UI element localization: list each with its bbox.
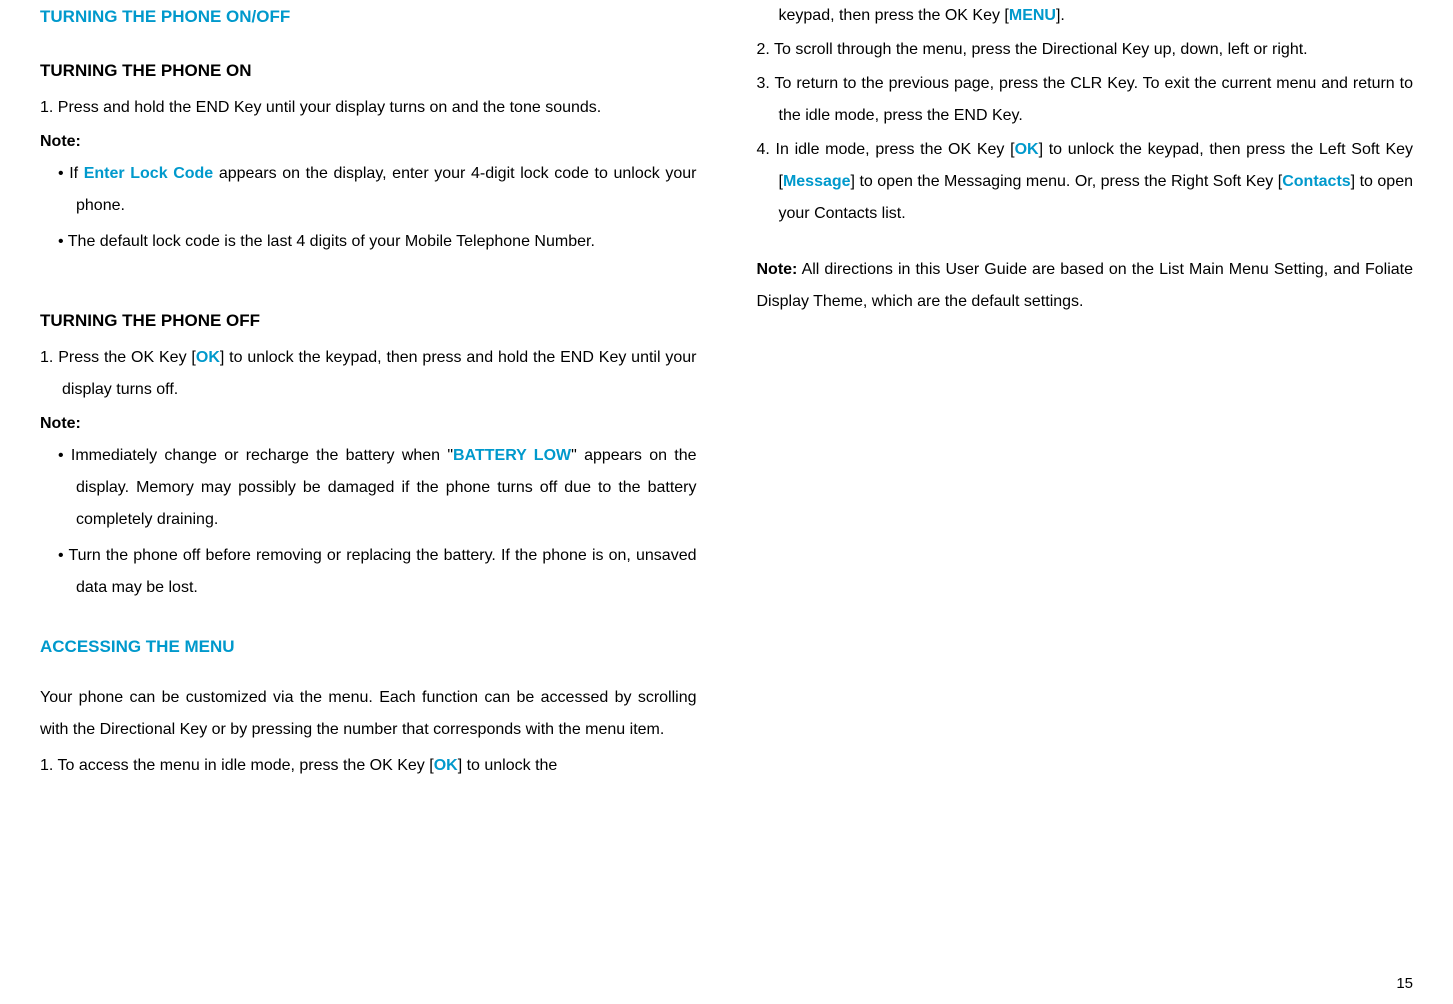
menu-step-1: 1. To access the menu in idle mode, pres… [40,750,697,782]
heading-accessing-menu: ACCESSING THE MENU [40,630,697,664]
note-label-on: Note: [40,126,697,158]
note-label-final: Note: [757,261,798,278]
on-note-1: If Enter Lock Code appears on the displa… [40,158,697,222]
turning-off-step-1: 1. Press the OK Key [OK] to unlock the k… [40,342,697,406]
turning-off-steps: 1. Press the OK Key [OK] to unlock the k… [40,342,697,406]
cont-a: keypad, then press the OK Key [ [779,7,1009,24]
turning-on-notes: If Enter Lock Code appears on the displa… [40,158,697,258]
page-columns: TURNING THE PHONE ON/OFF TURNING THE PHO… [40,0,1413,784]
heading-turning-on: TURNING THE PHONE ON [40,54,697,88]
ok-key-text-3: OK [1015,141,1039,158]
left-column: TURNING THE PHONE ON/OFF TURNING THE PHO… [40,0,697,784]
contacts-key-text: Contacts [1282,173,1350,190]
on-note-2: The default lock code is the last 4 digi… [40,226,697,258]
cont-c: ]. [1056,7,1065,24]
right-column: keypad, then press the OK Key [MENU]. 2.… [757,0,1414,784]
step4-e: ] to open the Messaging menu. Or, press … [851,173,1283,190]
turning-off-notes: Immediately change or recharge the batte… [40,440,697,604]
menu-step1-c: ] to unlock the [458,757,558,774]
turning-on-steps: 1. Press and hold the END Key until your… [40,92,697,124]
menu-key-text: MENU [1009,7,1056,24]
step4-a: 4. In idle mode, press the OK Key [ [757,141,1015,158]
on-note-1-part-a: If [69,165,84,182]
menu-steps-col1: 1. To access the menu in idle mode, pres… [40,750,697,782]
off-note-1-a: Immediately change or recharge the batte… [71,447,453,464]
menu-step1-a: 1. To access the menu in idle mode, pres… [40,757,434,774]
menu-intro-paragraph: Your phone can be customized via the men… [40,682,697,746]
menu-steps-col2: keypad, then press the OK Key [MENU]. 2.… [757,0,1414,230]
off-note-1: Immediately change or recharge the batte… [40,440,697,536]
enter-lock-code-text: Enter Lock Code [84,165,213,182]
off-note-2: Turn the phone off before removing or re… [40,540,697,604]
menu-step-3: 3. To return to the previous page, press… [757,68,1414,132]
note-label-off: Note: [40,408,697,440]
heading-turning-on-off: TURNING THE PHONE ON/OFF [40,0,697,34]
message-key-text: Message [783,173,851,190]
ok-key-text-1: OK [196,349,220,366]
turning-on-step-1: 1. Press and hold the END Key until your… [40,92,697,124]
final-note-paragraph: Note: All directions in this User Guide … [757,254,1414,318]
heading-turning-off: TURNING THE PHONE OFF [40,304,697,338]
menu-step-4: 4. In idle mode, press the OK Key [OK ] t… [757,134,1414,230]
menu-step-1-continued: keypad, then press the OK Key [MENU]. [757,0,1414,32]
off-step1-a: 1. Press the OK Key [ [40,349,196,366]
battery-low-text: BATTERY LOW [453,447,571,464]
menu-step-2: 2. To scroll through the menu, press the… [757,34,1414,66]
final-note-body: All directions in this User Guide are ba… [757,261,1414,310]
page-number: 15 [1396,975,1413,992]
ok-key-text-2: OK [434,757,458,774]
